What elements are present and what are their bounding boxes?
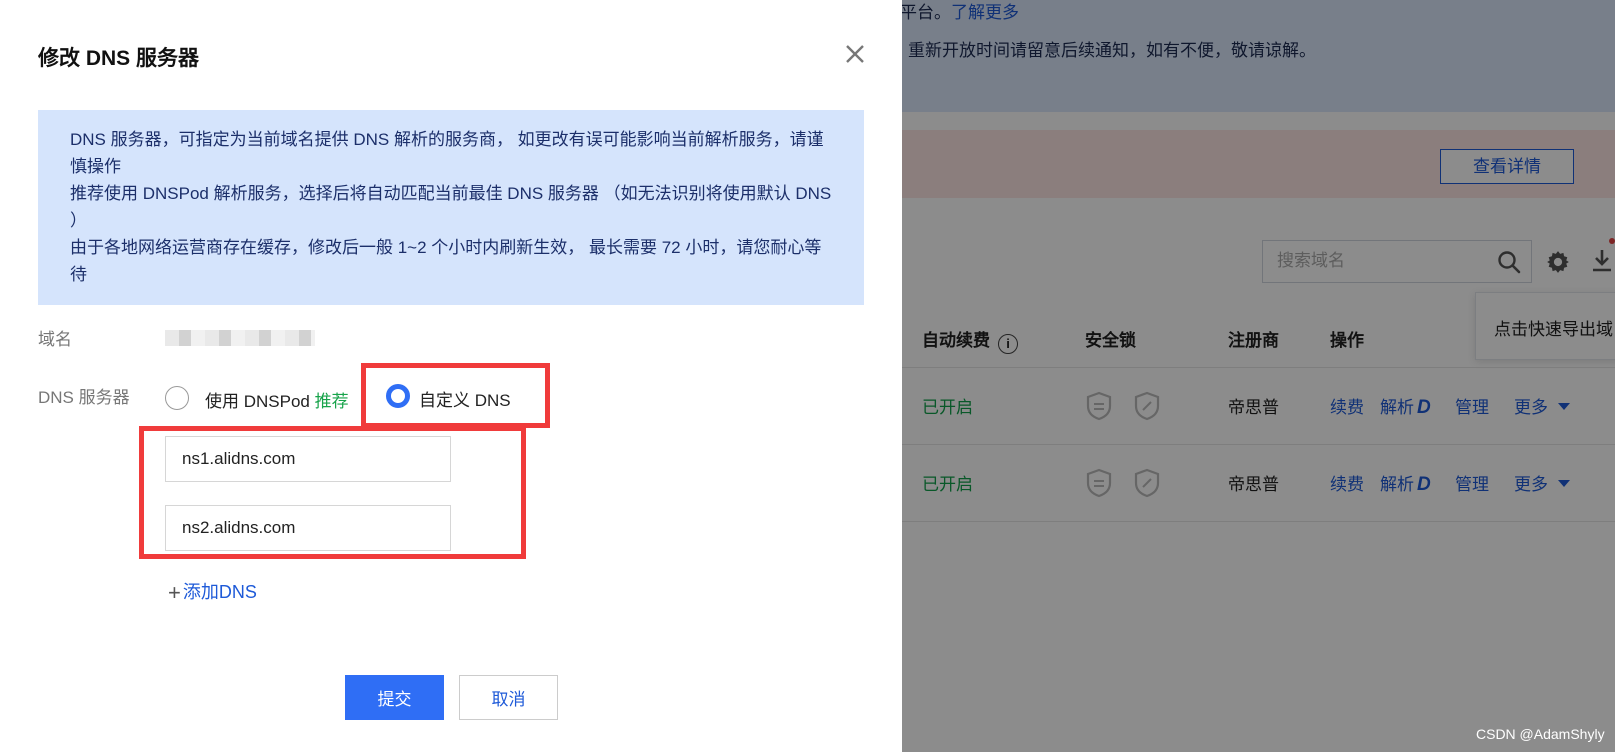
- domain-label: 域名: [38, 330, 72, 349]
- close-icon[interactable]: [843, 42, 867, 66]
- radio-dnspod[interactable]: [165, 386, 189, 410]
- alert-line: DNS 服务器，可指定为当前域名提供 DNS 解析的服务商， 如更改有误可能影响…: [70, 130, 824, 176]
- dialog-title: 修改 DNS 服务器: [38, 47, 200, 70]
- option-dnspod-label[interactable]: 使用 DNSPod 推荐: [205, 387, 349, 412]
- highlight-dns-fields: [139, 426, 526, 559]
- watermark: CSDN @AdamShyly: [1476, 726, 1605, 742]
- info-alert: DNS 服务器，可指定为当前域名提供 DNS 解析的服务商， 如更改有误可能影响…: [38, 110, 864, 305]
- alert-line: 由于各地网络运营商存在缓存，修改后一般 1~2 个小时内刷新生效， 最长需要 7…: [70, 238, 822, 284]
- dns-server-label: DNS 服务器: [38, 388, 130, 407]
- modify-dns-dialog: 修改 DNS 服务器 DNS 服务器，可指定为当前域名提供 DNS 解析的服务商…: [0, 0, 902, 752]
- cancel-button[interactable]: 取消: [459, 675, 558, 720]
- alert-line: 推荐使用 DNSPod 解析服务，选择后将自动匹配当前最佳 DNS 服务器 （如…: [70, 184, 832, 230]
- add-dns-button[interactable]: + 添加DNS: [168, 578, 257, 606]
- domain-value-redacted: [165, 330, 315, 346]
- highlight-custom-dns: [361, 363, 550, 428]
- plus-icon: +: [168, 580, 181, 605]
- recommend-badge: 推荐: [314, 392, 349, 411]
- submit-button[interactable]: 提交: [345, 675, 444, 720]
